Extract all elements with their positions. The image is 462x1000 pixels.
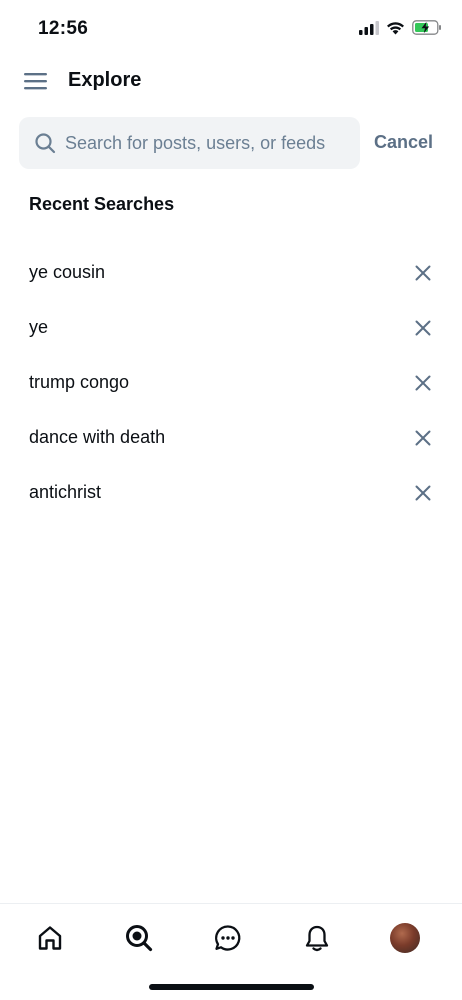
status-bar: 12:56 — [0, 0, 462, 58]
avatar — [390, 923, 420, 953]
recent-search-item[interactable]: dance with death — [0, 411, 462, 466]
recent-search-item[interactable]: antichrist — [0, 466, 462, 521]
remove-search-icon[interactable] — [412, 317, 434, 339]
search-input[interactable] — [65, 117, 355, 169]
hamburger-menu-icon — [24, 73, 47, 90]
remove-search-icon[interactable] — [412, 427, 434, 449]
bell-icon — [305, 925, 329, 952]
recent-search-item[interactable]: ye — [0, 301, 462, 356]
search-box[interactable] — [19, 117, 360, 169]
search-icon — [126, 925, 153, 952]
recent-searches-heading: Recent Searches — [29, 194, 175, 214]
recent-search-item[interactable]: trump congo — [0, 356, 462, 411]
tab-messages[interactable] — [208, 918, 248, 958]
page-title: Explore — [68, 69, 142, 91]
cancel-button[interactable]: Cancel — [374, 132, 433, 153]
tab-search[interactable] — [119, 918, 159, 958]
wifi-icon — [387, 21, 404, 34]
recent-search-label: antichrist — [29, 482, 102, 502]
chat-icon — [215, 925, 241, 951]
home-indicator — [149, 984, 314, 990]
search-icon — [35, 133, 56, 154]
cellular-signal-icon — [359, 20, 379, 35]
recent-search-item[interactable]: ye cousin — [0, 246, 462, 301]
home-icon — [38, 926, 62, 950]
battery-charging-icon — [412, 20, 441, 35]
header: Explore — [0, 58, 462, 104]
search-row: Cancel — [0, 117, 462, 169]
status-icons — [359, 20, 442, 35]
status-time: 12:56 — [38, 18, 89, 39]
recent-search-label: trump congo — [29, 372, 130, 392]
tab-profile[interactable] — [385, 918, 425, 958]
remove-search-icon[interactable] — [412, 482, 434, 504]
tab-notifications[interactable] — [297, 918, 337, 958]
tab-home[interactable] — [30, 918, 70, 958]
remove-search-icon[interactable] — [412, 372, 434, 394]
recent-searches-list: ye cousin ye trump congo dance with deat… — [0, 246, 462, 521]
menu-button[interactable] — [22, 68, 50, 94]
recent-search-label: ye cousin — [29, 262, 106, 282]
recent-search-label: dance with death — [29, 427, 166, 447]
remove-search-icon[interactable] — [412, 262, 434, 284]
recent-search-label: ye — [29, 317, 49, 337]
